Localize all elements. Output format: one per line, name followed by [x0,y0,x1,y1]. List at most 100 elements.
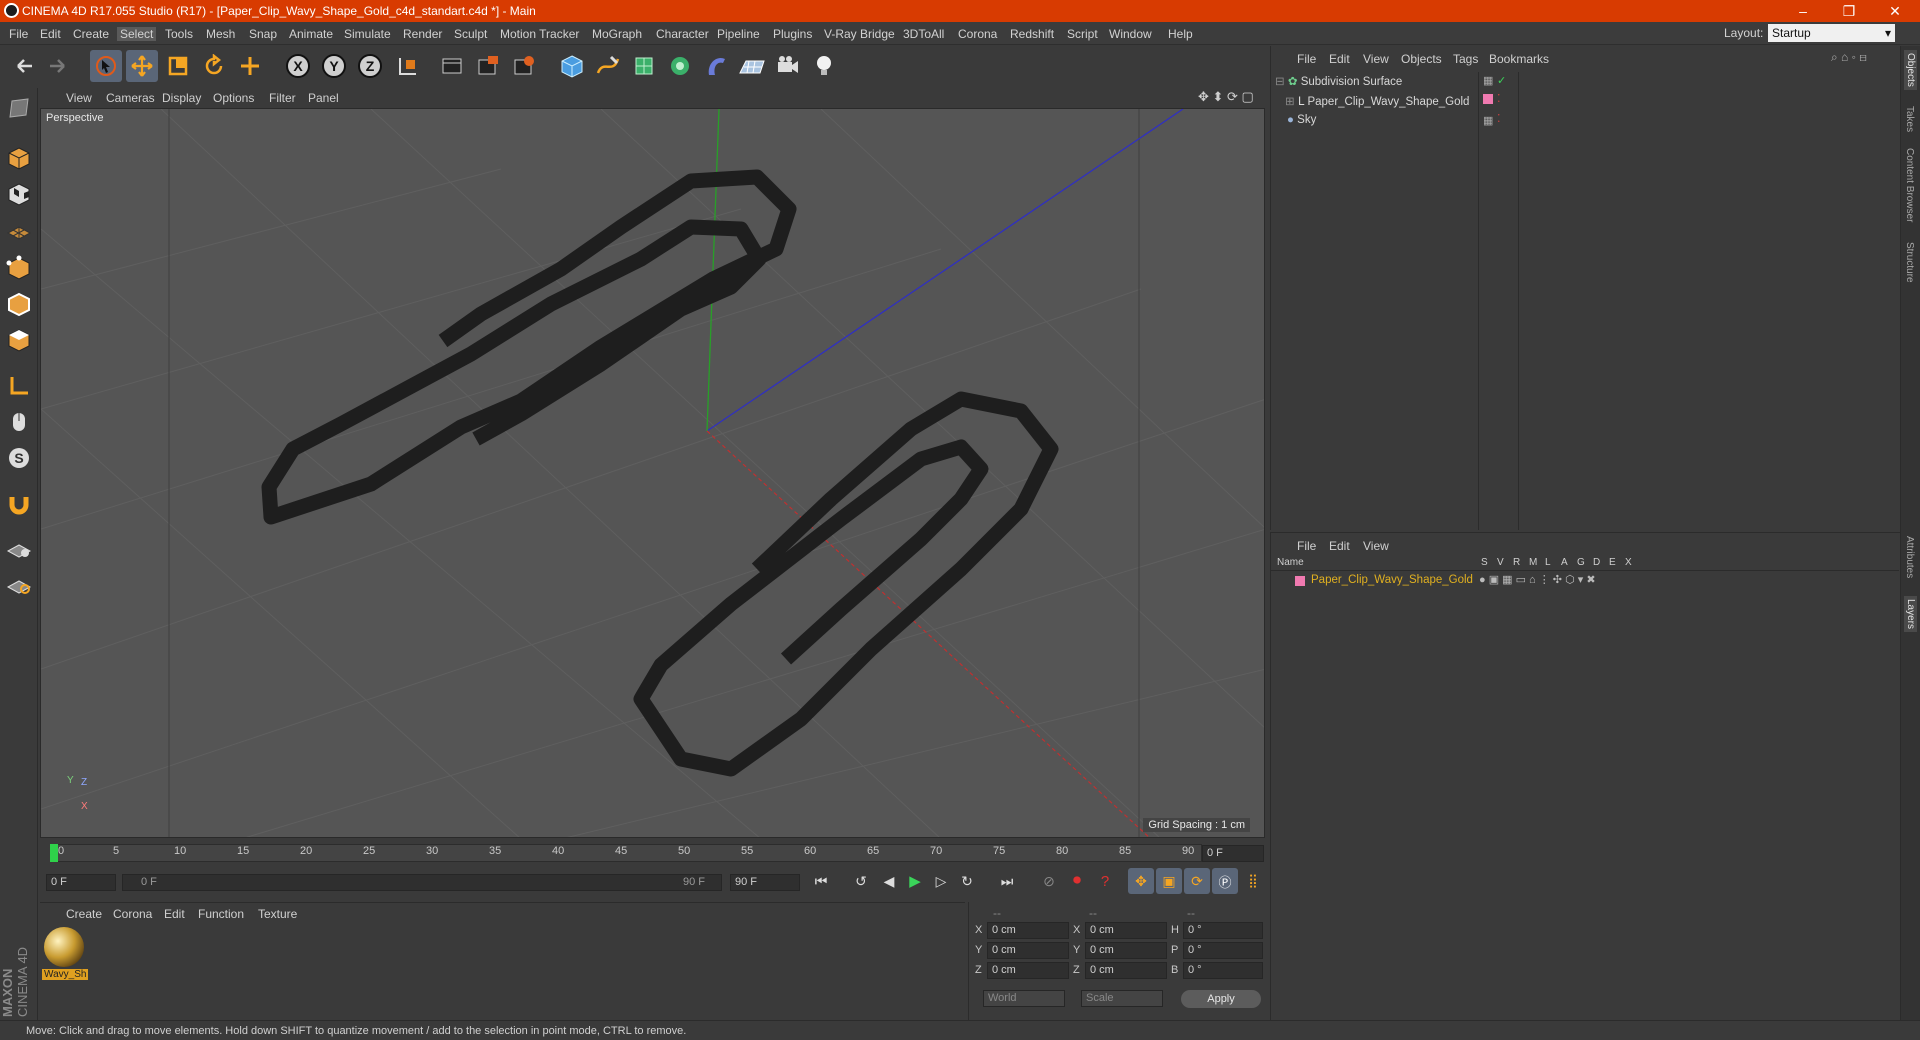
edges-mode-icon[interactable] [3,288,35,320]
viewport-menu-panel[interactable]: Panel [308,91,339,105]
tab-layers[interactable]: Layers [1904,596,1917,633]
cube-primitive-icon[interactable] [556,50,588,82]
layer-flag-icons[interactable]: ● ▣ ▦ ▭ ⌂ ⋮ ✣ ⬡ ▾ ✖ [1479,573,1596,586]
model-mode-icon[interactable] [3,142,35,174]
menu-sculpt[interactable]: Sculpt [454,27,487,41]
go-to-start-icon[interactable]: ⏮ [808,868,834,894]
material-menu-corona[interactable]: Corona [113,907,152,921]
minimize-button[interactable]: – [1780,1,1826,21]
material-swatch[interactable]: Wavy_Sh [42,927,89,987]
rotation-b-field[interactable]: 0 ° [1183,962,1263,979]
undo-icon[interactable] [8,50,40,82]
scale-icon[interactable] [162,50,194,82]
position-z-field[interactable]: 0 cm [987,962,1069,979]
position-y-field[interactable]: 0 cm [987,942,1069,959]
z-axis-icon[interactable]: Z [354,50,386,82]
menu-3dtoall[interactable]: 3DToAll [903,27,944,41]
menu-pipeline[interactable]: Pipeline [717,27,760,41]
transform-icon[interactable] [234,50,266,82]
menu-script[interactable]: Script [1067,27,1098,41]
visibility-dots-icon[interactable]: ⁚ [1497,112,1501,125]
points-mode-icon[interactable] [3,252,35,284]
select-arrow-icon[interactable] [90,50,122,82]
previous-frame-icon[interactable]: ◀ [876,868,902,894]
deformer-icon[interactable] [700,50,732,82]
key-scale-icon[interactable]: ▣ [1156,868,1182,894]
om-menu-edit[interactable]: Edit [1329,52,1350,66]
layer-name[interactable]: Paper_Clip_Wavy_Shape_Gold [1311,574,1473,586]
menu-corona[interactable]: Corona [958,27,997,41]
key-rotation-icon[interactable]: ⟳ [1184,868,1210,894]
menu-simulate[interactable]: Simulate [344,27,391,41]
object-row-sky[interactable]: ● Sky [1275,114,1477,132]
menu-tools[interactable]: Tools [165,27,193,41]
menu-motion-tracker[interactable]: Motion Tracker [500,27,579,41]
menu-select[interactable]: Select [117,27,157,41]
playhead[interactable] [50,844,58,862]
layer-row[interactable]: Paper_Clip_Wavy_Shape_Gold ● ▣ ▦ ▭ ⌂ ⋮ ✣… [1271,573,1899,589]
key-parameter-icon[interactable]: Ⓟ [1212,868,1238,894]
key-position-icon[interactable]: ✥ [1128,868,1154,894]
lm-menu-file[interactable]: File [1297,539,1316,553]
render-picture-viewer-icon[interactable] [472,50,504,82]
camera-icon[interactable] [772,50,804,82]
rotation-h-field[interactable]: 0 ° [1183,922,1263,939]
om-menu-bookmarks[interactable]: Bookmarks [1489,52,1549,66]
cloner-icon[interactable] [664,50,696,82]
workplane-mode-icon[interactable] [3,214,35,246]
tab-content-browser[interactable]: Content Browser [1904,148,1915,222]
menu-window[interactable]: Window [1109,27,1152,41]
light-icon[interactable] [808,50,840,82]
viewport-menu-options[interactable]: Options [213,91,254,105]
menu-render[interactable]: Render [403,27,442,41]
menu-vray-bridge[interactable]: V-Ray Bridge [824,27,895,41]
next-key-icon[interactable]: ↻ [954,868,980,894]
material-menu-texture[interactable]: Texture [258,907,297,921]
object-row-paper-clip[interactable]: ⊞ Ⅼ Paper_Clip_Wavy_Shape_Gold [1285,94,1477,112]
layer-color-swatch[interactable] [1295,576,1305,586]
magnet-icon[interactable] [3,488,35,520]
layer-color-swatch[interactable] [1483,94,1493,104]
material-menu-edit[interactable]: Edit [164,907,185,921]
autokey-icon[interactable]: ? [1092,868,1118,894]
menu-redshift[interactable]: Redshift [1010,27,1054,41]
previous-key-icon[interactable]: ↺ [848,868,874,894]
frame-range-slider[interactable]: 0 F 90 F [122,874,722,891]
spline-pen-icon[interactable] [592,50,624,82]
material-menu-create[interactable]: Create [66,907,102,921]
floor-icon[interactable] [736,50,768,82]
menu-create[interactable]: Create [73,27,109,41]
motion-path-icon[interactable]: ⊘ [1036,868,1062,894]
subdivision-icon[interactable] [628,50,660,82]
viewport-menu-view[interactable]: View [66,91,92,105]
position-x-field[interactable]: 0 cm [987,922,1069,939]
x-axis-icon[interactable]: X [282,50,314,82]
size-x-field[interactable]: 0 cm [1085,922,1167,939]
layout-dropdown[interactable]: Startup ▾ [1768,24,1895,42]
solo-icon[interactable]: S [3,442,35,474]
om-menu-view[interactable]: View [1363,52,1389,66]
record-icon[interactable]: ⏺ [1064,868,1090,894]
object-row-subdivision[interactable]: ⊟ ✿ Subdivision Surface [1275,74,1477,92]
maximize-button[interactable]: ❐ [1826,1,1872,21]
apply-button[interactable]: Apply [1181,990,1261,1008]
size-z-field[interactable]: 0 cm [1085,962,1167,979]
om-search-icon[interactable]: ⌕ ⌂ ◦ ⊟ [1831,50,1867,65]
size-y-field[interactable]: 0 cm [1085,942,1167,959]
menu-edit[interactable]: Edit [40,27,61,41]
timeline-ruler[interactable]: 0 5 10 15 20 25 30 35 40 45 50 55 60 65 … [40,840,1265,866]
tab-attributes[interactable]: Attributes [1904,536,1915,578]
viewport-menu-filter[interactable]: Filter [269,91,296,105]
y-axis-icon[interactable]: Y [318,50,350,82]
render-view-icon[interactable] [436,50,468,82]
make-editable-icon[interactable] [3,92,35,124]
menu-character[interactable]: Character [656,27,709,41]
lm-menu-edit[interactable]: Edit [1329,539,1350,553]
menu-file[interactable]: File [9,27,28,41]
menu-plugins[interactable]: Plugins [773,27,812,41]
material-menu-function[interactable]: Function [198,907,244,921]
tab-structure[interactable]: Structure [1904,242,1915,283]
om-menu-objects[interactable]: Objects [1401,52,1442,66]
coordinate-system-icon[interactable] [392,50,424,82]
menu-animate[interactable]: Animate [289,27,333,41]
